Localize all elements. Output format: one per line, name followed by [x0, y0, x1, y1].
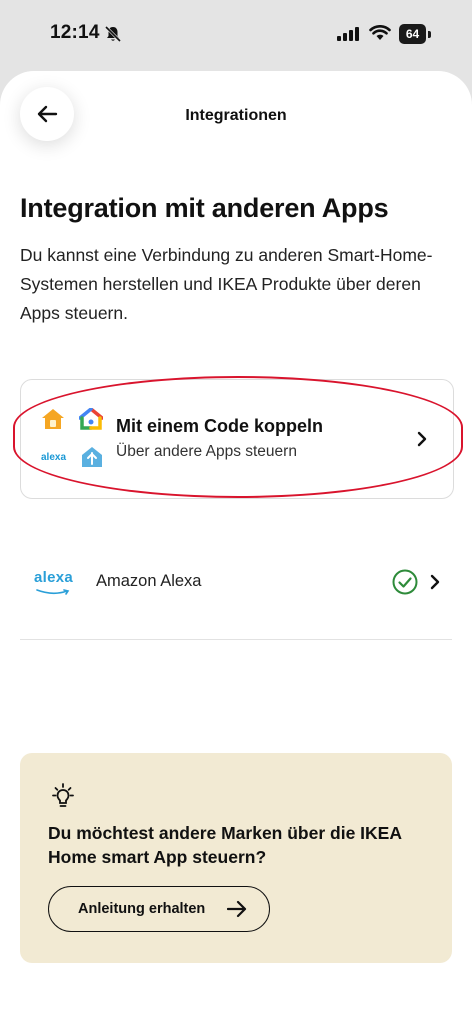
google-home-icon [79, 408, 103, 430]
arrow-right-icon [227, 900, 247, 918]
battery-level: 64 [399, 24, 426, 44]
page-description: Du kannst eine Verbindung zu anderen Sma… [20, 245, 433, 323]
connected-check-icon [392, 569, 418, 595]
chevron-right-icon [430, 574, 440, 590]
status-bar: 12:14 64 [0, 0, 472, 70]
integration-name: Amazon Alexa [96, 572, 202, 590]
battery-icon: 64 [399, 24, 431, 44]
page-title: Integration mit anderen Apps [20, 193, 389, 223]
pair-with-code-subtitle: Über andere Apps steuern [116, 443, 297, 460]
get-guide-button[interactable]: Anleitung erhalten [48, 886, 270, 932]
chevron-right-icon [417, 431, 427, 447]
integrations-sheet: Integrationen Integration mit anderen Ap… [0, 71, 472, 1024]
alexa-logo-icon: alexa [34, 569, 74, 586]
alexa-smile-icon [36, 589, 70, 595]
apple-home-icon [42, 409, 64, 429]
muted-bell-icon [104, 25, 122, 48]
alexa-icon: alexa [41, 452, 67, 463]
status-time: 12:14 [50, 22, 100, 43]
smartthings-icon [82, 447, 102, 467]
header-title: Integrationen [185, 107, 287, 124]
lightbulb-icon [52, 783, 74, 807]
other-brands-tip-card: Du möchtest andere Marken über die IKEA … [20, 753, 452, 963]
pair-with-code-card[interactable]: alexa Mit einem Code koppeln Über andere… [20, 379, 454, 499]
integration-row-amazon-alexa[interactable]: alexa Amazon Alexa [20, 545, 452, 640]
app-icons-group: alexa [41, 408, 105, 470]
cellular-signal-icon [337, 27, 359, 46]
wifi-icon [369, 25, 391, 46]
pair-with-code-title: Mit einem Code koppeln [116, 416, 324, 436]
tip-title: Du möchtest andere Marken über die IKEA … [48, 823, 402, 867]
get-guide-label: Anleitung erhalten [78, 901, 206, 917]
